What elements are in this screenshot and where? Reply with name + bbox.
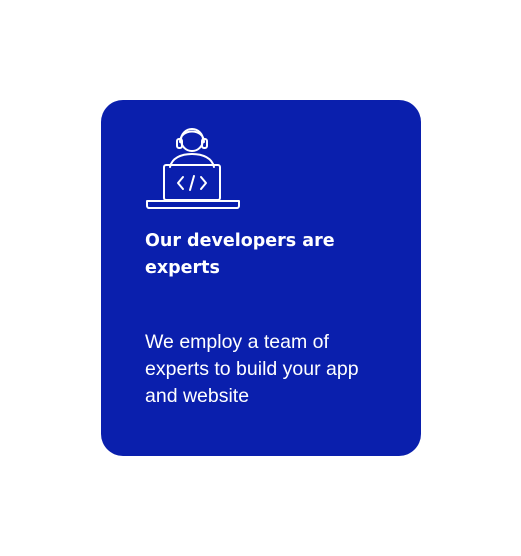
card-title: Our developers are experts xyxy=(145,231,335,278)
developer-laptop-icon xyxy=(146,128,240,209)
feature-card: Our developers are experts We employ a t… xyxy=(101,100,421,456)
card-description: We employ a team of experts to build you… xyxy=(145,331,359,407)
